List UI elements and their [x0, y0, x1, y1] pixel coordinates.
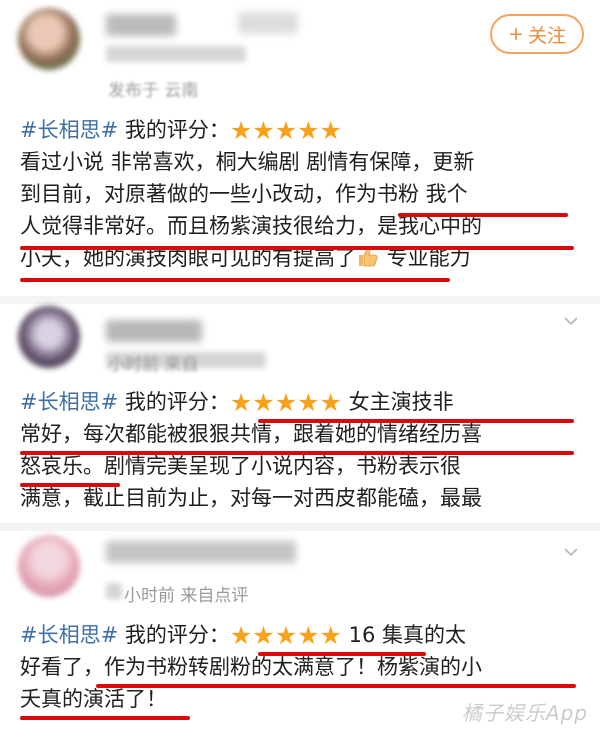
rating-line: #长相思# 我的评分：★★★★★ 16 集真的太 — [20, 619, 582, 651]
highlight-underline — [258, 419, 574, 423]
hashtag-link[interactable]: #长相思# — [20, 118, 118, 142]
rating-line: #长相思# 我的评分：★★★★★ 女主演技非 — [20, 386, 582, 418]
plus-icon: + — [508, 23, 524, 45]
avatar[interactable] — [18, 535, 80, 597]
comment-text: 女主演技非 — [341, 390, 454, 414]
star-rating: ★★★★★ — [229, 116, 342, 145]
rating-line: #长相思# 我的评分：★★★★★ — [20, 114, 582, 146]
star-rating: ★★★★★ — [229, 388, 342, 417]
highlight-underline — [20, 716, 190, 720]
timestamp-blurred — [106, 583, 122, 599]
avatar[interactable] — [18, 306, 80, 368]
username-blurred[interactable] — [106, 14, 176, 36]
star-rating: ★★★★★ — [229, 621, 342, 650]
comment-text: 16 集真的太 — [341, 623, 467, 647]
user-badge-blurred — [238, 12, 298, 34]
follow-button[interactable]: + 关注 — [490, 14, 584, 54]
comment-line: 看过小说 非常喜欢，桐大编剧 剧情有保障，更新 — [20, 150, 475, 174]
follow-button-label: 关注 — [527, 24, 566, 47]
post-meta: 发布于 云南 — [108, 81, 199, 101]
username-blurred[interactable] — [106, 320, 202, 342]
highlight-underline — [20, 278, 450, 282]
highlight-underline — [258, 652, 426, 656]
rating-label: 我的评分： — [118, 118, 230, 142]
rating-label: 我的评分： — [118, 623, 230, 647]
rating-label: 我的评分： — [118, 390, 230, 414]
highlight-underline — [96, 684, 576, 688]
timestamp-blurred — [106, 46, 246, 62]
avatar[interactable] — [18, 8, 80, 70]
comment-card-1: 发布于 云南 + 关注 #长相思# 我的评分：★★★★★ 看过小说 非常喜欢，桐… — [0, 0, 600, 300]
hashtag-link[interactable]: #长相思# — [20, 623, 118, 647]
comment-card-3: 小时前 来自点评 #长相思# 我的评分：★★★★★ 16 集真的太 好看了，作为… — [0, 527, 600, 738]
highlight-underline — [398, 213, 568, 217]
comment-body: #长相思# 我的评分：★★★★★ 女主演技非 常好，每次都能被狠狠共情，跟着她的… — [20, 386, 582, 514]
highlight-underline — [20, 246, 574, 250]
post-meta: 小时前 来自点评 — [124, 586, 249, 606]
hashtag-link[interactable]: #长相思# — [20, 390, 118, 414]
comment-body: #长相思# 我的评分：★★★★★ 看过小说 非常喜欢，桐大编剧 剧情有保障，更新… — [20, 114, 582, 274]
highlight-underline — [20, 483, 120, 487]
chevron-down-icon[interactable] — [564, 545, 578, 559]
post-meta: 小时前 来自 — [108, 355, 199, 375]
username-blurred[interactable] — [106, 541, 296, 563]
highlight-underline — [20, 451, 574, 455]
comment-card-2: 小时前 来自 #长相思# 我的评分：★★★★★ 女主演技非 常好，每次都能被狠狠… — [0, 300, 600, 527]
comment-line: 到目前，对原著做的一些小改动，作为书粉 我个 — [20, 182, 468, 206]
watermark: 橘子娱乐App — [461, 701, 588, 725]
chevron-down-icon[interactable] — [564, 314, 578, 328]
